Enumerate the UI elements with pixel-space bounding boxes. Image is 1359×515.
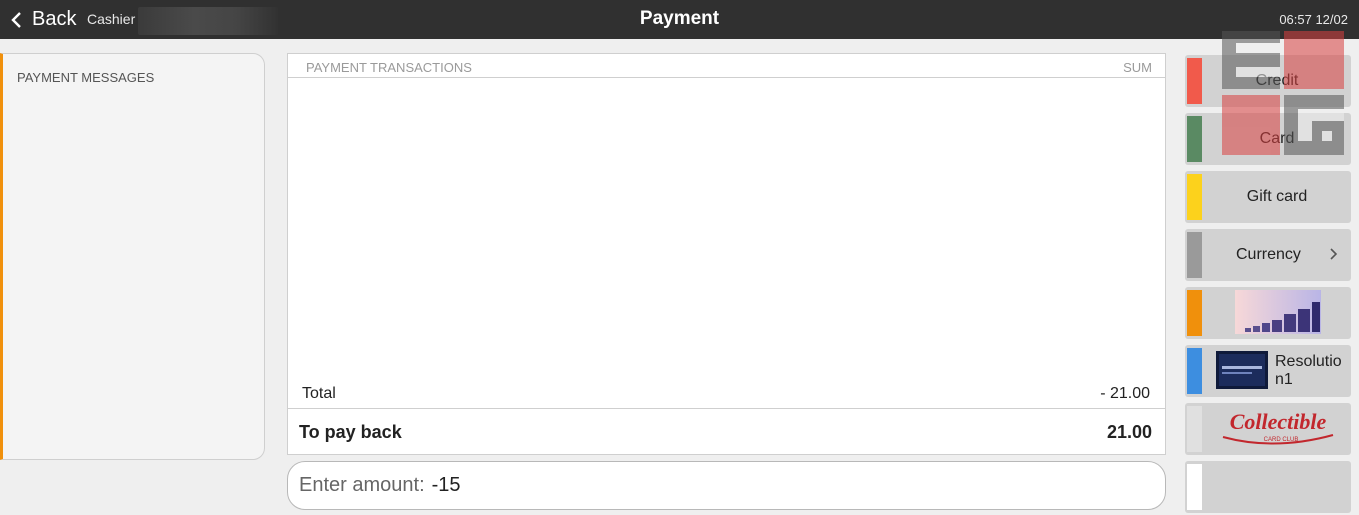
color-stripe bbox=[1187, 174, 1202, 220]
collectible-card-club-logo: Collectible CARD CLUB bbox=[1222, 409, 1334, 445]
amount-value: -15 bbox=[431, 474, 461, 496]
payment-method-collectible[interactable]: Collectible CARD CLUB bbox=[1185, 403, 1351, 455]
color-stripe bbox=[1187, 464, 1202, 510]
payment-method-credit[interactable]: Credit bbox=[1185, 55, 1351, 107]
payment-method-label: Resolution1 bbox=[1275, 353, 1342, 388]
clock: 06:57 12/02 bbox=[1279, 12, 1348, 27]
payment-method-currency[interactable]: Currency bbox=[1185, 229, 1351, 281]
color-stripe bbox=[1187, 290, 1202, 336]
payment-method-label: Gift card bbox=[1246, 188, 1308, 205]
color-stripe bbox=[1187, 232, 1202, 278]
amount-input[interactable]: Enter amount: -15 bbox=[287, 461, 1166, 510]
sum-column-label: SUM bbox=[1123, 60, 1152, 75]
chevron-right-icon bbox=[1330, 248, 1338, 260]
color-stripe bbox=[1187, 406, 1202, 452]
screen-thumbnail bbox=[1216, 351, 1268, 389]
total-value: - 21.00 bbox=[1100, 385, 1150, 402]
payment-method-label: Credit bbox=[1255, 72, 1299, 89]
payment-messages-title: PAYMENT MESSAGES bbox=[17, 70, 155, 85]
payment-method-gift-card[interactable]: Gift card bbox=[1185, 171, 1351, 223]
bar-chart-thumbnail bbox=[1235, 290, 1321, 334]
transactions-column-label: PAYMENT TRANSACTIONS bbox=[306, 60, 472, 75]
payment-method-image[interactable] bbox=[1185, 287, 1351, 339]
pay-back-row: To pay back 21.00 bbox=[288, 410, 1165, 455]
amount-placeholder: Enter amount: bbox=[299, 474, 425, 496]
payment-method-blank[interactable] bbox=[1185, 461, 1351, 513]
payment-method-resolution[interactable]: Resolution1 bbox=[1185, 345, 1351, 397]
color-stripe bbox=[1187, 58, 1202, 104]
svg-text:CARD CLUB: CARD CLUB bbox=[1264, 437, 1299, 443]
total-row: Total - 21.00 bbox=[288, 382, 1165, 409]
page-title: Payment bbox=[639, 8, 720, 29]
total-label: Total bbox=[302, 385, 336, 402]
transactions-list[interactable] bbox=[288, 78, 1165, 378]
payment-messages-panel: PAYMENT MESSAGES bbox=[0, 53, 265, 460]
top-bar: Back Cashier Payment 06:57 12/02 bbox=[0, 0, 1359, 39]
payment-method-label: Card bbox=[1259, 130, 1295, 147]
svg-text:Collectible: Collectible bbox=[1230, 409, 1327, 434]
pay-back-label: To pay back bbox=[299, 422, 402, 442]
transactions-header: PAYMENT TRANSACTIONS SUM bbox=[288, 54, 1165, 78]
payment-transactions-panel: PAYMENT TRANSACTIONS SUM Total - 21.00 T… bbox=[287, 53, 1166, 455]
pay-back-value: 21.00 bbox=[1106, 422, 1152, 442]
payment-method-card[interactable]: Card bbox=[1185, 113, 1351, 165]
color-stripe bbox=[1187, 116, 1202, 162]
color-stripe bbox=[1187, 348, 1202, 394]
